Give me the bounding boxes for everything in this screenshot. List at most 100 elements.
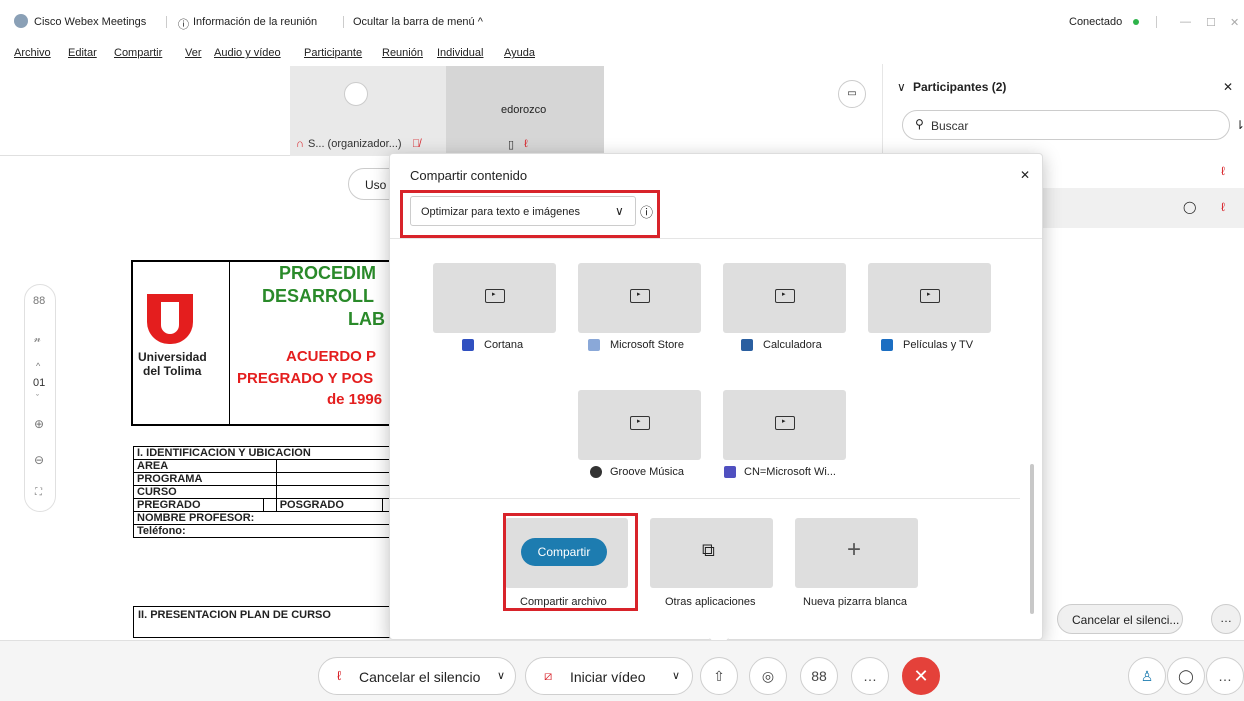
mute-button[interactable]: ℓ Cancelar el silencio ∨	[318, 657, 516, 695]
app-label-calculator: Calculadora	[763, 339, 822, 351]
page-down-icon[interactable]: ˇ	[36, 393, 39, 403]
menu-ver[interactable]: Ver	[185, 47, 202, 59]
search-icon: ⚲	[915, 117, 924, 131]
start-video-button[interactable]: ⧄ Iniciar vídeo ∨	[525, 657, 693, 695]
menu-individual[interactable]: Individual	[437, 47, 483, 59]
video-label: Iniciar vídeo	[570, 669, 646, 685]
chevron-down-icon-3[interactable]: ∨	[497, 669, 505, 682]
menu-audio-video[interactable]: Audio y vídeo	[214, 47, 281, 59]
share-content-dialog: Compartir contenido ✕ Optimizar para tex…	[389, 153, 1043, 640]
other-apps-icon: ⧉	[702, 540, 715, 560]
menu-ayuda[interactable]: Ayuda	[504, 47, 535, 59]
doc-side-toolbar: 88 𝓃 ^ 01 ˇ ⊕ ⊖ ⛶	[24, 284, 56, 512]
store-icon	[588, 339, 600, 351]
doc-sub-1: ACUERDO P	[286, 348, 377, 365]
close-panel-icon[interactable]: ✕	[1223, 80, 1233, 94]
form-row-identification: I. IDENTIFICACION Y UBICACION	[133, 446, 393, 460]
app-label-movies: Películas y TV	[903, 339, 974, 351]
app-label-groove: Groove Música	[610, 466, 684, 478]
page-number: 01	[33, 377, 46, 389]
doc-sub-3: de 1996	[327, 391, 383, 408]
highlight-frame-optimize	[400, 190, 660, 238]
menu-compartir[interactable]: Compartir	[114, 47, 162, 59]
more-icon[interactable]: …	[851, 657, 889, 695]
zoom-out-icon[interactable]: ⊖	[34, 453, 44, 467]
highlight-frame-share	[503, 513, 638, 611]
app-tile-cortana[interactable]	[433, 263, 556, 333]
doc-section-2-label: II. PRESENTACION PLAN DE CURSO	[138, 609, 331, 621]
menu-archivo[interactable]: Archivo	[14, 47, 51, 59]
movies-icon	[881, 339, 893, 351]
info-icon[interactable]: ⓘ	[178, 16, 189, 32]
menu-reunion[interactable]: Reunión	[382, 47, 423, 59]
minimize-icon[interactable]: —	[1180, 16, 1191, 28]
doc-section-2: II. PRESENTACION PLAN DE CURSO	[133, 606, 393, 638]
more-panels-icon[interactable]: …	[1206, 657, 1244, 695]
panel-title: Participantes (2)	[913, 80, 1007, 94]
close-window-icon[interactable]: ✕	[1230, 16, 1239, 29]
sort-icon[interactable]: ⇂	[1235, 118, 1244, 132]
chevron-down-icon-4[interactable]: ∨	[672, 669, 680, 682]
muted-mic-icon-bar: ℓ	[337, 668, 342, 683]
page-up-icon[interactable]: ^	[36, 361, 40, 371]
form-row-telefono: Teléfono:	[133, 524, 393, 538]
search-placeholder: Buscar	[931, 119, 969, 133]
leave-meeting-button[interactable]: ✕	[902, 657, 940, 695]
zoom-in-icon[interactable]: ⊕	[34, 417, 44, 431]
cortana-icon	[462, 339, 474, 351]
connection-status: Conectado	[1069, 16, 1123, 28]
chat-icon-bar[interactable]: ◯	[1167, 657, 1205, 695]
doc-heading-3: LAB	[348, 309, 385, 329]
menu-participante[interactable]: Participante	[304, 47, 362, 59]
thumbnails-icon[interactable]: 88	[33, 295, 45, 307]
whiteboard-label: Nueva pizarra blanca	[803, 596, 907, 608]
mute-label: Cancelar el silencio	[359, 669, 481, 685]
form-row-programa: PROGRAMA	[133, 472, 277, 486]
menu-editar[interactable]: Editar	[68, 47, 97, 59]
menu-bar: Archivo Editar Compartir Ver Audio y víd…	[0, 40, 880, 64]
cancel-mute-all-button[interactable]: Cancelar el silenci...	[1057, 604, 1183, 634]
app-label-cn-microsoft: CN=Microsoft Wi...	[744, 466, 836, 478]
chevron-down-icon[interactable]: ∨	[897, 80, 906, 94]
meeting-info-link[interactable]: Información de la reunión	[193, 16, 317, 28]
muted-mic-icon-2: ℓ	[524, 138, 528, 150]
hide-menu-button[interactable]: Ocultar la barra de menú ^	[353, 16, 483, 28]
other-apps-tile[interactable]: ⧉	[650, 518, 773, 588]
app-tile-calculator[interactable]	[723, 263, 846, 333]
search-input[interactable]: ⚲ Buscar	[902, 110, 1230, 140]
headset-icon: ∩	[296, 138, 304, 150]
usage-label: Uso	[365, 178, 387, 192]
video-thumbnail-other[interactable]: edorozco ▯ ℓ	[446, 66, 604, 156]
record-icon[interactable]: ◎	[749, 657, 787, 695]
participants-icon[interactable]: ♙	[1128, 657, 1166, 695]
dialog-title: Compartir contenido	[410, 168, 528, 183]
plus-icon: +	[847, 536, 862, 563]
video-off-icon: ⧄	[544, 668, 553, 683]
fit-icon[interactable]: ⛶	[35, 487, 42, 498]
new-whiteboard-tile[interactable]: +	[795, 518, 918, 588]
scrollbar-thumb[interactable]	[1030, 464, 1034, 614]
form-row-pregrado: PREGRADO	[133, 498, 264, 512]
apps-icon[interactable]: 88	[800, 657, 838, 695]
form-row-curso: CURSO	[133, 485, 277, 499]
maximize-icon[interactable]: ☐	[1206, 16, 1216, 29]
doc-form-table: I. IDENTIFICACION Y UBICACION AREA PROGR…	[133, 446, 394, 538]
app-label-store: Microsoft Store	[610, 339, 684, 351]
close-dialog-icon[interactable]: ✕	[1020, 168, 1030, 182]
app-tile-cn-microsoft[interactable]	[723, 390, 846, 460]
chat-icon[interactable]: ◯	[1183, 200, 1196, 214]
share-icon[interactable]: ⇧	[700, 657, 738, 695]
more-options-button[interactable]: …	[1211, 604, 1241, 634]
phone-icon: ▯	[508, 139, 515, 151]
status-dot-icon	[1133, 19, 1139, 25]
calculator-icon	[741, 339, 753, 351]
annotate-icon[interactable]: 𝓃	[34, 333, 41, 346]
app-tile-groove[interactable]	[578, 390, 701, 460]
layout-toggle-button[interactable]: ▭	[838, 80, 866, 108]
ut-logo-icon	[147, 294, 193, 344]
cn-microsoft-icon	[724, 466, 736, 478]
muted-mic-icon-4: ℓ	[1221, 164, 1225, 178]
other-apps-label: Otras aplicaciones	[665, 596, 756, 608]
app-tile-movies[interactable]	[868, 263, 991, 333]
app-tile-store[interactable]	[578, 263, 701, 333]
